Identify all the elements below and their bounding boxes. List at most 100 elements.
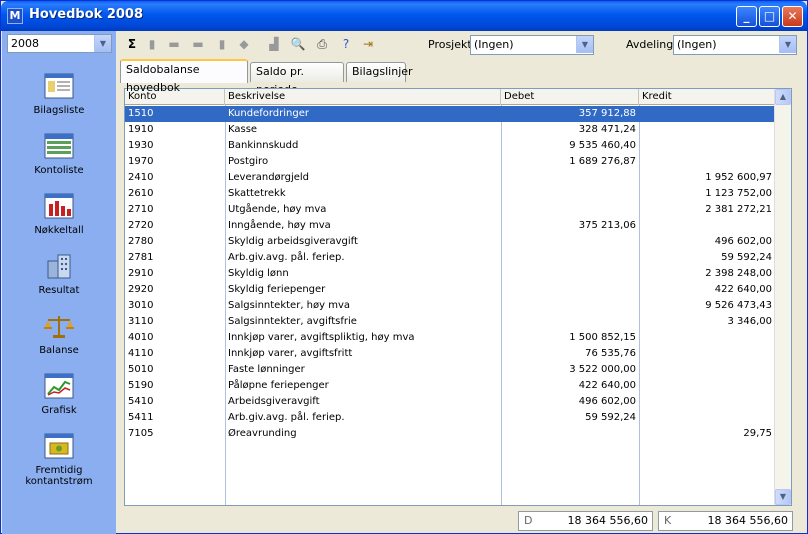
scroll-up-button[interactable]: ▲ (775, 89, 791, 105)
title-bar[interactable]: M Hovedbok 2008 _ □ ✕ (1, 1, 807, 31)
table-row[interactable]: 2710 Utgående, høy mva 2 381 272,21 (125, 202, 775, 218)
copy-icon[interactable]: ◆ (236, 36, 252, 52)
table-row[interactable]: 4110 Innkjøp varer, avgiftsfritt 76 535,76 (125, 346, 775, 362)
avdeling-select[interactable]: (Ingen) ▼ (673, 35, 797, 55)
cell-debet (501, 282, 639, 298)
kredit-total-value: 18 364 556,60 (707, 514, 788, 527)
sum-icon[interactable]: Σ (124, 36, 140, 52)
debet-total-label: D (524, 514, 533, 527)
cell-konto: 1930 (128, 140, 154, 151)
tab-bilagslinjer[interactable]: Bilagslinjer (346, 62, 413, 82)
cell-konto: 2710 (128, 204, 154, 215)
debet-total: D 18 364 556,60 (518, 511, 653, 531)
table-row[interactable]: 2920 Skyldig feriepenger 422 640,00 (125, 282, 775, 298)
sidebar-item-resultat[interactable]: Resultat (2, 253, 116, 296)
cell-debet (501, 234, 639, 250)
cell-konto: 2720 (128, 220, 154, 231)
prosjekt-select[interactable]: (Ingen) ▼ (470, 35, 594, 55)
kredit-total: K 18 364 556,60 (658, 511, 793, 531)
table-row[interactable]: 2410 Leverandørgjeld 1 952 600,97 (125, 170, 775, 186)
chevron-down-icon[interactable]: ▼ (576, 36, 593, 53)
sidebar-item-balanse[interactable]: Balanse (2, 313, 116, 356)
table-row[interactable]: 2910 Skyldig lønn 2 398 248,00 (125, 266, 775, 282)
scroll-down-button[interactable]: ▼ (775, 489, 791, 505)
cell-beskrivelse: Postgiro (228, 156, 269, 167)
sidebar-item-label: Nøkkeltall (34, 225, 84, 236)
cell-debet: 357 912,88 (578, 108, 636, 119)
print-icon[interactable]: ⎙ (314, 36, 330, 52)
tab-saldo-pr-periode[interactable]: Saldo pr. periode (250, 62, 344, 96)
maximize-button[interactable]: □ (759, 6, 780, 27)
column-header-debet[interactable]: Debet (501, 89, 639, 105)
cell-kredit: 9 526 473,43 (705, 300, 772, 311)
exit-icon[interactable]: ⇥ (360, 36, 376, 52)
cell-kredit: 59 592,24 (721, 252, 772, 263)
export-icon[interactable]: ▟ (266, 36, 282, 52)
sidebar-item-nokkeltall[interactable]: Nøkkeltall (2, 193, 116, 236)
table-row[interactable]: 2610 Skattetrekk 1 123 752,00 (125, 186, 775, 202)
kredit-total-label: K (664, 514, 672, 527)
table-row[interactable]: 5190 Påløpne feriepenger 422 640,00 (125, 378, 775, 394)
table-row[interactable]: 4010 Innkjøp varer, avgiftspliktig, høy m… (125, 330, 775, 346)
cell-debet: 328 471,24 (578, 124, 636, 135)
help-icon[interactable]: ? (338, 36, 354, 52)
cell-kredit (639, 394, 775, 410)
table-row[interactable]: 2780 Skyldig arbeidsgiveravgift 496 602,00 (125, 234, 775, 250)
cell-debet: 76 535,76 (585, 348, 636, 359)
cell-konto: 4010 (128, 332, 154, 343)
cell-konto: 1510 (128, 108, 154, 119)
cell-debet (501, 314, 639, 330)
table-row[interactable]: 2781 Arb.giv.avg. pål. feriep. 59 592,24 (125, 250, 775, 266)
table-row[interactable]: 1510 Kundefordringer 357 912,88 (125, 106, 775, 122)
cell-kredit: 496 602,00 (714, 236, 772, 247)
cell-kredit (639, 378, 775, 394)
table-row[interactable]: 5410 Arbeidsgiveravgift 496 602,00 (125, 394, 775, 410)
table-row[interactable]: 1970 Postgiro 1 689 276,87 (125, 154, 775, 170)
table-row[interactable]: 3010 Salgsinntekter, høy mva 9 526 473,43 (125, 298, 775, 314)
cell-kredit (639, 106, 775, 122)
cell-beskrivelse: Arbeidsgiveravgift (228, 396, 320, 407)
cell-beskrivelse: Skyldig feriepenger (228, 284, 326, 295)
table-row[interactable]: 3110 Salgsinntekter, avgiftsfrie 3 346,00 (125, 314, 775, 330)
chevron-down-icon[interactable]: ▼ (94, 35, 111, 52)
minimize-button[interactable]: _ (736, 6, 757, 27)
cell-debet: 375 213,06 (578, 220, 636, 231)
cell-kredit (639, 410, 775, 426)
cell-beskrivelse: Innkjøp varer, avgiftspliktig, høy mva (228, 332, 415, 343)
sidebar-item-label: Resultat (38, 285, 80, 296)
prosjekt-label: Prosjekt (428, 38, 472, 51)
table-row[interactable]: 5010 Faste lønninger 3 522 000,00 (125, 362, 775, 378)
folder-icon[interactable]: ▬ (166, 36, 182, 52)
year-select[interactable]: 2008 ▼ (7, 34, 112, 53)
cell-kredit (639, 122, 775, 138)
sidebar-item-bilagsliste[interactable]: Bilagsliste (2, 73, 116, 116)
column-header-beskrivelse[interactable]: Beskrivelse (225, 89, 501, 105)
cell-beskrivelse: Salgsinntekter, høy mva (228, 300, 351, 311)
cell-konto: 5190 (128, 380, 154, 391)
cell-beskrivelse: Skyldig lønn (228, 268, 289, 279)
chevron-down-icon[interactable]: ▼ (779, 36, 796, 53)
sidebar-item-grafisk[interactable]: Grafisk (2, 373, 116, 416)
debet-total-value: 18 364 556,60 (567, 514, 648, 527)
table-row[interactable]: 1910 Kasse 328 471,24 (125, 122, 775, 138)
cell-debet (501, 186, 639, 202)
vertical-scrollbar[interactable]: ▲ ▼ (774, 89, 791, 505)
table-row[interactable]: 1930 Bankinnskudd 9 535 460,40 (125, 138, 775, 154)
cell-beskrivelse: Salgsinntekter, avgiftsfrie (228, 316, 357, 327)
cell-konto: 5010 (128, 364, 154, 375)
avdeling-label: Avdeling (626, 38, 674, 51)
close-button[interactable]: ✕ (782, 6, 803, 27)
table-row[interactable]: 7105 Øreavrunding 29,75 (125, 426, 775, 442)
new-doc-icon[interactable]: ▮ (144, 36, 160, 52)
sidebar-item-fremtidig-kontantstrom[interactable]: Fremtidig kontantstrøm (2, 433, 116, 487)
sidebar-item-kontoliste[interactable]: Kontoliste (2, 133, 116, 176)
window-title: Hovedbok 2008 (29, 7, 143, 22)
table-row[interactable]: 2720 Inngående, høy mva 375 213,06 (125, 218, 775, 234)
tab-saldobalanse-hovedbok[interactable]: Saldobalanse hovedbok (120, 59, 248, 94)
cell-beskrivelse: Øreavrunding (228, 428, 297, 439)
page-icon[interactable]: ▮ (214, 36, 230, 52)
print-preview-icon[interactable]: 🔍 (290, 36, 306, 52)
column-header-kredit[interactable]: Kredit (639, 89, 775, 105)
save-icon[interactable]: ▬ (190, 36, 206, 52)
table-row[interactable]: 5411 Arb.giv.avg. pål. feriep. 59 592,24 (125, 410, 775, 426)
